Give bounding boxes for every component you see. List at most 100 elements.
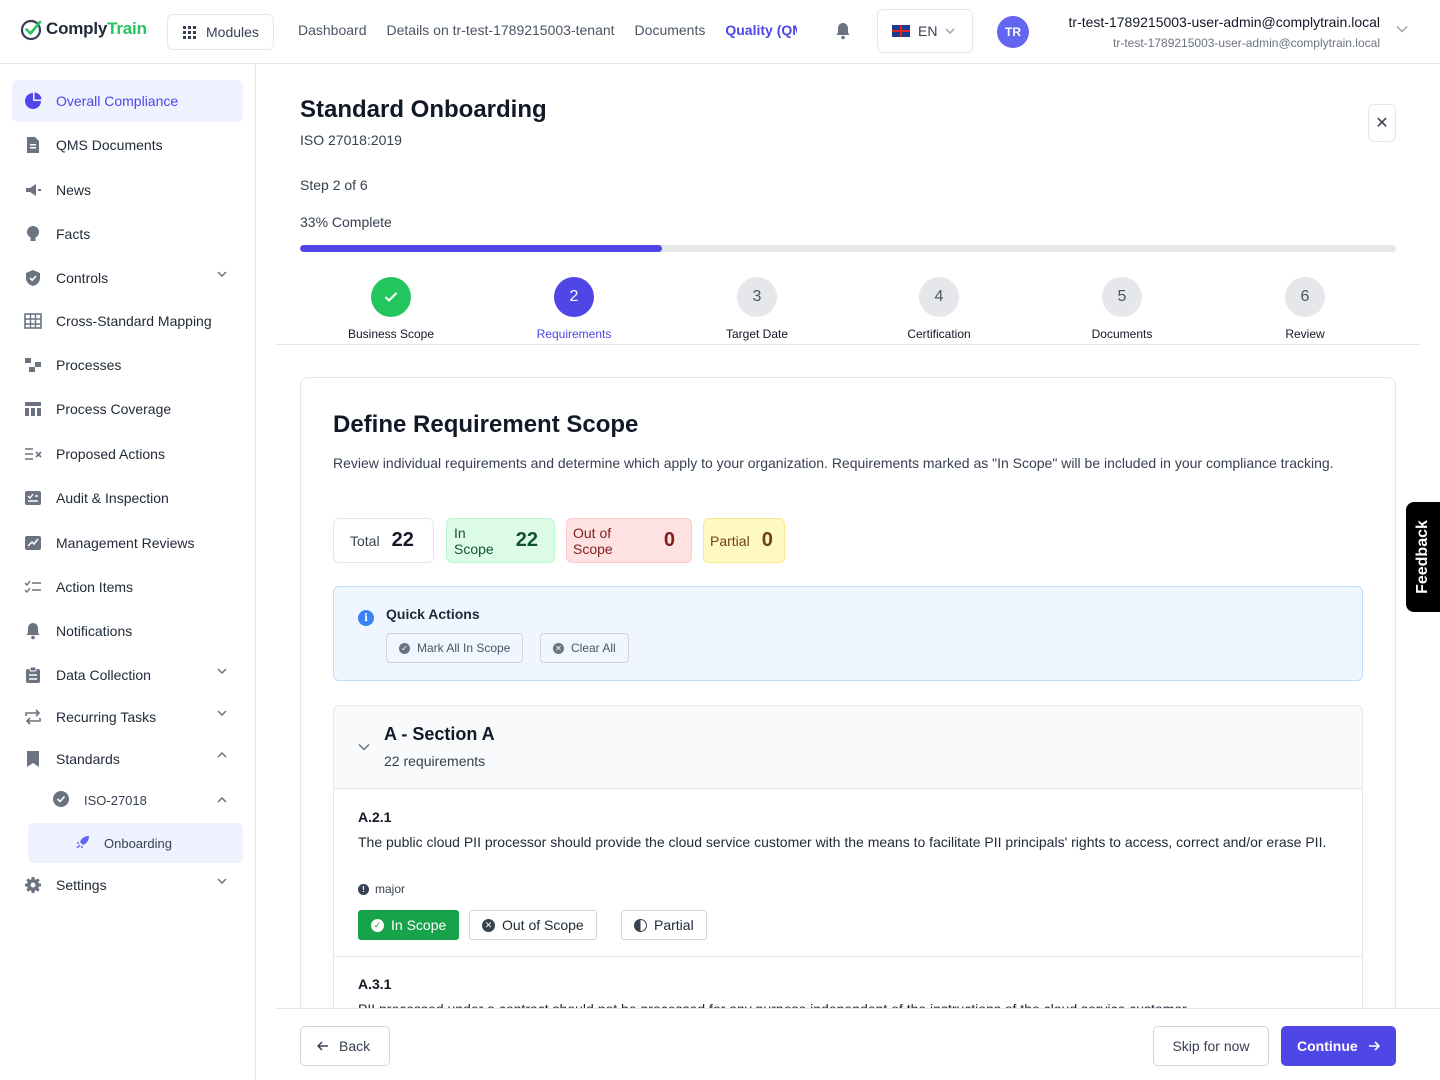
scope-title: Define Requirement Scope — [333, 411, 639, 438]
sidebar-item-data-collection[interactable]: Data Collection — [12, 654, 243, 696]
sidebar-item-label: Recurring Tasks — [56, 709, 157, 725]
chevron-down-icon[interactable] — [358, 743, 370, 751]
sidebar-item-onboarding[interactable]: Onboarding — [28, 823, 243, 863]
uk-flag-icon — [892, 25, 910, 37]
nav-dashboard[interactable]: Dashboard — [298, 22, 367, 38]
sidebar-item-label: Controls — [56, 270, 109, 286]
top-bar: ComplyTrain Modules Dashboard Details on… — [0, 0, 1440, 64]
step-number: 6 — [1285, 277, 1325, 317]
sidebar-item-label: Data Collection — [56, 667, 151, 683]
check-circle-icon: ✓ — [399, 642, 410, 654]
avatar[interactable]: TR — [997, 16, 1029, 48]
continue-button[interactable]: Continue — [1281, 1026, 1396, 1066]
sidebar-item-settings[interactable]: Settings — [12, 864, 243, 906]
sidebar-item-standards[interactable]: Standards — [12, 738, 243, 780]
stat-label: Partial — [710, 532, 750, 549]
chart-review-icon — [24, 534, 42, 552]
chevron-down-icon — [945, 28, 955, 34]
sidebar-item-label: Standards — [56, 751, 120, 767]
progress-fill — [300, 245, 662, 252]
step-label: Documents — [1091, 327, 1153, 341]
section-header[interactable]: A - Section A 22 requirements — [334, 706, 1362, 789]
user-name: tr-test-1789215003-user-admin@complytrai… — [1068, 14, 1380, 30]
sidebar-item-news[interactable]: News — [12, 169, 243, 211]
chevron-up-icon — [217, 752, 227, 758]
nav-tenant-details[interactable]: Details on tr-test-1789215003-tenant — [387, 22, 615, 38]
sidebar-item-iso-27018[interactable]: ISO-27018 — [28, 780, 243, 820]
step-label: Certification — [907, 327, 971, 341]
half-circle-icon — [634, 918, 647, 932]
partial-option[interactable]: Partial — [621, 910, 707, 940]
language-selector[interactable]: EN — [877, 9, 973, 53]
feedback-label: Feedback — [1414, 520, 1431, 594]
sidebar-item-recurring-tasks[interactable]: Recurring Tasks — [12, 696, 243, 738]
sidebar-item-label: Facts — [56, 226, 91, 242]
sidebar-item-action-items[interactable]: Action Items — [12, 566, 243, 608]
user-email: tr-test-1789215003-user-admin@complytrai… — [1113, 36, 1380, 50]
step-requirements[interactable]: 2 Requirements — [494, 277, 654, 341]
button-label: Clear All — [571, 641, 616, 655]
bell-icon[interactable] — [835, 22, 851, 40]
stat-label: Total — [350, 532, 380, 549]
step-documents[interactable]: 5 Documents — [1042, 277, 1202, 341]
close-icon: ✕ — [1375, 115, 1389, 132]
sidebar-item-controls[interactable]: Controls — [12, 257, 243, 299]
step-target-date[interactable]: 3 Target Date — [677, 277, 837, 341]
step-number: 2 — [554, 277, 594, 317]
sidebar-item-proposed-actions[interactable]: Proposed Actions — [12, 433, 243, 475]
nav-quality[interactable]: Quality (QM — [725, 22, 797, 38]
sidebar-item-label: Notifications — [56, 623, 133, 639]
bell-icon — [24, 622, 42, 640]
mark-all-in-scope-button[interactable]: ✓ Mark All In Scope — [386, 633, 524, 663]
nav-documents[interactable]: Documents — [635, 22, 706, 38]
clear-all-button[interactable]: ✕ Clear All — [540, 633, 629, 663]
sidebar-item-label: Proposed Actions — [56, 446, 165, 462]
step-label: Target Date — [725, 327, 789, 341]
chevron-down-icon[interactable] — [1396, 25, 1408, 33]
quick-actions-panel: i Quick Actions ✓ Mark All In Scope ✕ Cl… — [333, 586, 1363, 681]
info-icon: i — [358, 610, 374, 626]
sidebar-item-processes[interactable]: Processes — [12, 344, 243, 386]
sidebar-item-label: QMS Documents — [56, 137, 163, 153]
rocket-icon — [76, 835, 90, 852]
modules-button[interactable]: Modules — [167, 14, 274, 50]
megaphone-icon — [24, 181, 42, 199]
sidebar-item-label: Onboarding — [104, 835, 172, 851]
sidebar-item-management-reviews[interactable]: Management Reviews — [12, 522, 243, 564]
sidebar-item-label: Settings — [56, 877, 107, 893]
columns-icon — [24, 400, 42, 418]
sidebar-item-label: Action Items — [56, 579, 134, 595]
sidebar-item-cross-standard-mapping[interactable]: Cross-Standard Mapping — [12, 300, 243, 342]
list-check-icon — [24, 578, 42, 596]
page-title: Standard Onboarding — [300, 96, 547, 123]
step-review[interactable]: 6 Review — [1225, 277, 1385, 341]
list-x-icon — [24, 445, 42, 463]
sidebar-item-facts[interactable]: Facts — [12, 213, 243, 255]
back-button[interactable]: Back — [300, 1026, 390, 1066]
sidebar-item-process-coverage[interactable]: Process Coverage — [12, 388, 243, 430]
step-number: 5 — [1102, 277, 1142, 317]
logo-check-icon — [20, 19, 42, 41]
skip-button[interactable]: Skip for now — [1153, 1026, 1269, 1066]
stepper-divider — [276, 344, 1420, 345]
sidebar-item-notifications[interactable]: Notifications — [12, 610, 243, 652]
sidebar-item-qms-documents[interactable]: QMS Documents — [12, 124, 243, 166]
badge-check-icon — [52, 790, 70, 811]
step-label: Review — [1285, 327, 1325, 341]
requirement-code: A.3.1 — [358, 976, 392, 992]
button-label: Mark All In Scope — [417, 641, 511, 655]
close-button[interactable]: ✕ — [1368, 104, 1396, 142]
grid-icon — [183, 25, 196, 39]
sidebar-item-overall-compliance[interactable]: Overall Compliance — [12, 80, 243, 122]
in-scope-option[interactable]: ✓ In Scope — [358, 910, 460, 940]
out-of-scope-option[interactable]: ✕ Out of Scope — [469, 910, 597, 940]
logo[interactable]: ComplyTrain — [20, 17, 147, 41]
logo-text: ComplyTrain — [46, 19, 147, 38]
sidebar-item-label: Cross-Standard Mapping — [56, 313, 212, 329]
sidebar-item-audit-inspection[interactable]: Audit & Inspection — [12, 477, 243, 519]
step-certification[interactable]: 4 Certification — [859, 277, 1019, 341]
percent-complete: 33% Complete — [300, 214, 392, 230]
step-business-scope[interactable]: Business Scope — [311, 277, 471, 341]
feedback-tab[interactable]: Feedback — [1406, 502, 1440, 612]
repeat-icon — [24, 708, 42, 726]
